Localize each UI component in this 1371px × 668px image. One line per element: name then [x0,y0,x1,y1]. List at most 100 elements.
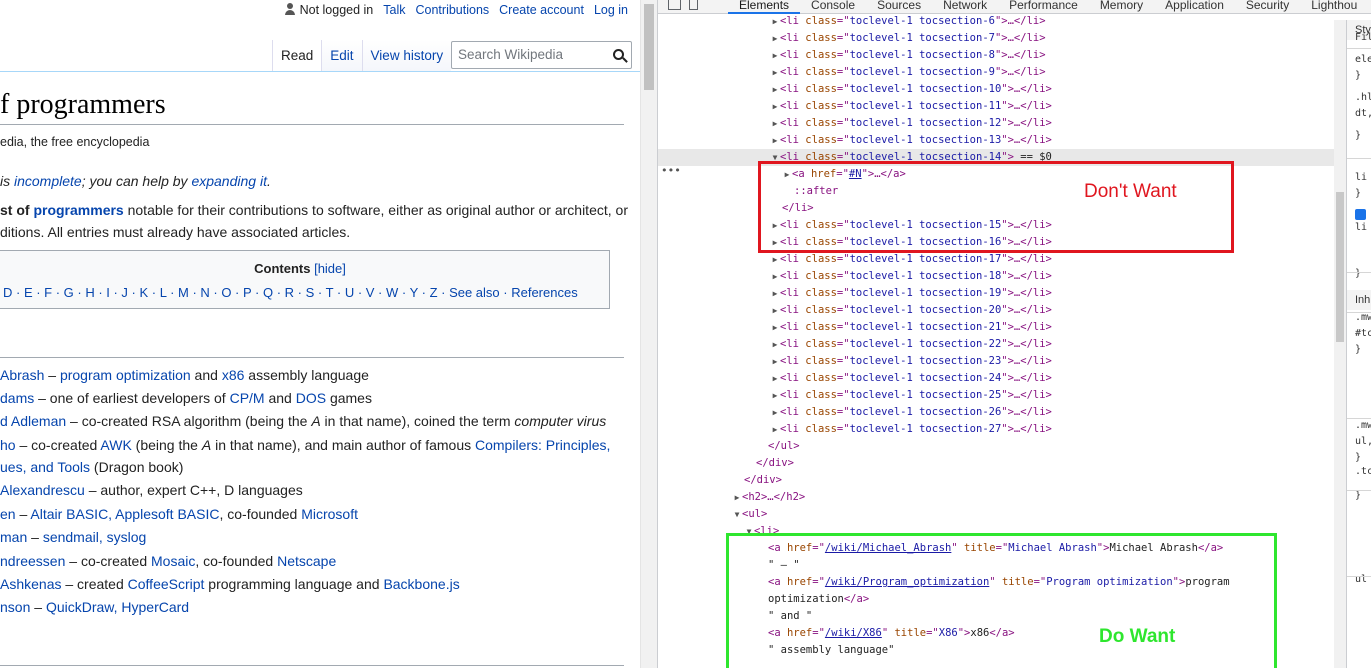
expand-triangle-icon[interactable]: ▶ [770,30,780,47]
expand-triangle-icon[interactable]: ▶ [770,319,780,336]
expand-triangle-icon[interactable]: ▶ [770,81,780,98]
dom-node-li[interactable]: ▶ <li class="toclevel-1 tocsection-9">…</… [658,64,1046,81]
article-link[interactable]: ho [0,437,16,453]
expand-triangle-icon[interactable]: ▶ [770,251,780,268]
collapse-triangle-icon[interactable]: ▼ [732,506,742,523]
search-input[interactable]: Search Wikipedia [451,41,632,69]
tab-read[interactable]: Read [272,40,322,72]
devtools-tab-network[interactable]: Network [932,0,998,14]
article-link[interactable]: dams [0,390,34,406]
expand-triangle-icon[interactable]: ▶ [770,404,780,421]
expand-triangle-icon[interactable]: ▶ [770,285,780,302]
article-link[interactable]: Abrash [0,367,44,383]
dom-node-li[interactable]: ▶ <li class="toclevel-1 tocsection-23">…<… [658,353,1052,370]
article-link[interactable]: CoffeeScript [128,576,205,592]
expand-triangle-icon[interactable]: ▶ [770,98,780,115]
dom-node-h2[interactable]: ▶ <h2>…</h2> [658,489,806,506]
dom-node-li[interactable]: ▶ <li class="toclevel-1 tocsection-18">…<… [658,268,1052,285]
expand-triangle-icon[interactable]: ▶ [770,370,780,387]
device-toolbar-icon[interactable] [689,0,698,10]
article-link[interactable]: Netscape [277,553,336,569]
expand-triangle-icon[interactable]: ▶ [770,268,780,285]
devtools-tab-memory[interactable]: Memory [1089,0,1154,14]
style-checkbox[interactable] [1355,209,1366,220]
dom-node-div-close[interactable]: </div> [658,455,794,472]
article-link[interactable]: Alexandrescu [0,482,85,498]
dom-node-li[interactable]: ▶ <li class="toclevel-1 tocsection-22">…<… [658,336,1052,353]
dom-node-li[interactable]: ▶ <li class="toclevel-1 tocsection-10">…<… [658,81,1052,98]
devtools-tab-console[interactable]: Console [800,0,866,14]
expand-triangle-icon[interactable]: ▶ [770,387,780,404]
article-link[interactable]: man [0,529,27,545]
dom-node-li[interactable]: ▶ <li class="toclevel-1 tocsection-8">…</… [658,47,1046,64]
expand-triangle-icon[interactable]: ▶ [770,132,780,149]
dom-node-li[interactable]: ▶ <li class="toclevel-1 tocsection-11">…<… [658,98,1052,115]
page-scrollbar[interactable] [640,0,657,668]
log-in-link[interactable]: Log in [594,3,628,17]
article-link[interactable]: Ashkenas [0,576,61,592]
article-link[interactable]: CP/M [230,390,265,406]
inspect-element-icon[interactable] [668,0,681,10]
article-link[interactable]: en [0,506,16,522]
article-link[interactable]: Microsoft [301,506,358,522]
expand-triangle-icon[interactable]: ▶ [770,421,780,438]
elements-scrollbar-thumb[interactable] [1336,192,1344,342]
article-link[interactable]: Mosaic [151,553,195,569]
dom-node-li[interactable]: ▶ <li class="toclevel-1 tocsection-13">…<… [658,132,1052,149]
devtools-tab-security[interactable]: Security [1235,0,1300,14]
dom-node-li[interactable]: ▶ <li class="toclevel-1 tocsection-27">…<… [658,421,1052,438]
incomplete-link[interactable]: incomplete [14,173,82,189]
dom-node-ul-close[interactable]: </ul> [658,438,800,455]
expand-triangle-icon[interactable]: ▶ [770,353,780,370]
expand-triangle-icon[interactable]: ▶ [732,489,742,506]
dom-node-li[interactable]: ▶ <li class="toclevel-1 tocsection-21">…<… [658,319,1052,336]
programmers-link[interactable]: programmers [33,202,123,218]
devtools-tab-sources[interactable]: Sources [866,0,932,14]
expanding-link[interactable]: expanding it [191,173,267,189]
dom-node-li[interactable]: ▶ <li class="toclevel-1 tocsection-24">…<… [658,370,1052,387]
expand-triangle-icon[interactable]: ▶ [770,64,780,81]
elements-scrollbar[interactable] [1334,20,1346,668]
dom-node-li[interactable]: ▶ <li class="toclevel-1 tocsection-12">…<… [658,115,1052,132]
dom-node-li[interactable]: ▶ <li class="toclevel-1 tocsection-19">…<… [658,285,1052,302]
expand-triangle-icon[interactable]: ▶ [770,13,780,30]
expand-triangle-icon[interactable]: ▶ [770,302,780,319]
dom-node-ul[interactable]: ▼ <ul> [658,506,768,523]
devtools-tab-application[interactable]: Application [1154,0,1235,14]
devtools-tab-lighthou[interactable]: Lighthou [1300,0,1368,14]
dom-node-li[interactable]: ▶ <li class="toclevel-1 tocsection-6">…</… [658,13,1046,30]
expand-triangle-icon[interactable]: ▶ [770,47,780,64]
article-link[interactable]: program optimization [60,367,191,383]
expand-triangle-icon[interactable]: ▶ [770,115,780,132]
expand-triangle-icon[interactable]: ▶ [770,336,780,353]
devtools-tab-elements[interactable]: Elements [728,0,801,14]
create-account-link[interactable]: Create account [499,3,584,17]
contributions-link[interactable]: Contributions [416,3,490,17]
article-link[interactable]: x86 [222,367,245,383]
search-icon[interactable] [613,49,624,60]
dom-node-li[interactable]: ▶ <li class="toclevel-1 tocsection-20">…<… [658,302,1052,319]
article-link[interactable]: QuickDraw, HyperCard [46,599,189,615]
article-link[interactable]: nson [0,599,30,615]
article-link[interactable]: AWK [100,437,131,453]
article-link[interactable]: ues, and Tools [0,459,90,475]
tab-view-history[interactable]: View history [361,40,452,72]
dom-node-li[interactable]: ▶ <li class="toclevel-1 tocsection-7">…</… [658,30,1046,47]
article-link[interactable]: Backbone.js [383,576,459,592]
tab-edit[interactable]: Edit [321,40,362,72]
dom-node-div-close[interactable]: </div> [658,472,782,489]
dom-node-li[interactable]: ▶ <li class="toclevel-1 tocsection-17">…<… [658,251,1052,268]
talk-link[interactable]: Talk [383,3,405,17]
dom-node-li[interactable]: ▶ <li class="toclevel-1 tocsection-26">…<… [658,404,1052,421]
toc-hide-link[interactable]: [hide] [314,261,346,276]
article-link[interactable]: Compilers: Principles, [475,437,610,453]
article-link[interactable]: sendmail, syslog [43,529,147,545]
toc-letter-links[interactable]: D · E · F · G · H · I · J · K · L · M · … [3,285,578,300]
article-link[interactable]: DOS [296,390,326,406]
article-link[interactable]: Altair BASIC, Applesoft BASIC [30,506,219,522]
article-link[interactable]: d Adleman [0,413,66,429]
article-link[interactable]: ndreessen [0,553,65,569]
page-scrollbar-thumb[interactable] [644,4,654,90]
dom-node-li[interactable]: ▶ <li class="toclevel-1 tocsection-25">…<… [658,387,1052,404]
devtools-tab-performance[interactable]: Performance [998,0,1089,14]
